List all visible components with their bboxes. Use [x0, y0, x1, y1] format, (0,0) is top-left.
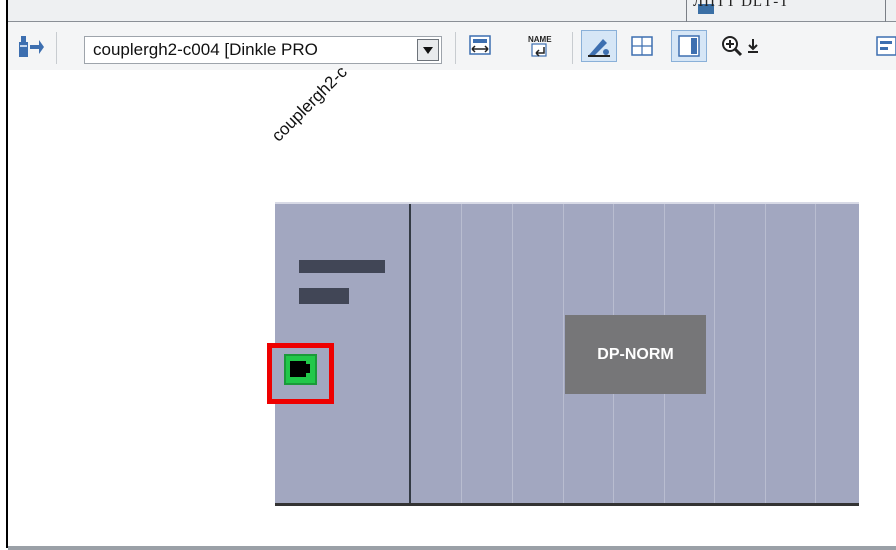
- show-address-icon[interactable]: [464, 34, 496, 58]
- toolbar-separator: [455, 32, 456, 64]
- rack-slot-divider: [765, 204, 766, 503]
- rack-slot-divider: [461, 204, 462, 503]
- tab-separator: [686, 0, 687, 22]
- port-connector-tab: [306, 364, 310, 373]
- name-icon[interactable]: NAME: [521, 34, 561, 58]
- rack-bottom-edge: [275, 503, 859, 506]
- head-module-divider: [409, 204, 411, 504]
- dp-norm-module[interactable]: DP-NORM: [565, 315, 706, 394]
- module-status-bar: [299, 288, 349, 304]
- rack-slot-divider: [512, 204, 513, 503]
- svg-text:NAME: NAME: [528, 35, 552, 44]
- tab-separator: [885, 0, 886, 22]
- device-view-toolbar: couplergh2-c004 [Dinkle PRO NAME: [8, 22, 896, 70]
- dp-norm-label: DP-NORM: [597, 345, 674, 363]
- title-strip: ЛПТТ DLТ-Т: [8, 0, 896, 22]
- network-view-icon[interactable]: [14, 34, 48, 58]
- horizontal-scrollbar[interactable]: [8, 546, 896, 550]
- toolbar-separator: [56, 32, 57, 64]
- layout-icon[interactable]: [671, 30, 707, 62]
- rack-slot-divider: [815, 204, 816, 503]
- rack-slot-divider: [714, 204, 715, 503]
- chevron-down-icon[interactable]: [417, 39, 439, 61]
- device-tab-title[interactable]: ЛПТТ DLТ-Т: [693, 0, 789, 11]
- module-status-bar: [299, 260, 385, 273]
- rack-slot-divider: [563, 204, 564, 503]
- edit-icon[interactable]: [581, 30, 617, 62]
- rack-top-edge: [275, 202, 859, 204]
- grid-icon[interactable]: [625, 34, 659, 58]
- toolbar-separator: [572, 32, 573, 64]
- port-connector-icon: [290, 361, 306, 377]
- overview-icon[interactable]: [872, 34, 896, 58]
- zoom-in-icon[interactable]: [719, 34, 745, 58]
- zoom-step-icon[interactable]: [745, 34, 761, 58]
- device-select[interactable]: couplergh2-c004 [Dinkle PRO: [84, 36, 442, 64]
